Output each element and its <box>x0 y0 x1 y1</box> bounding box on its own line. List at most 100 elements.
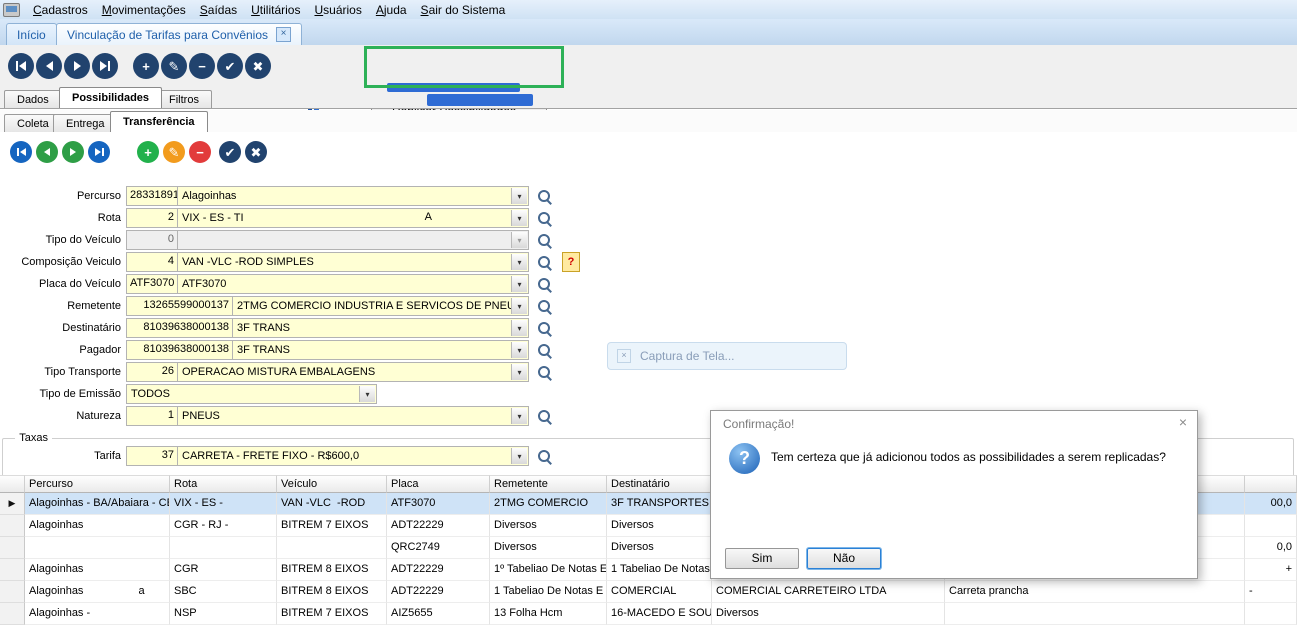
search-icon[interactable] <box>536 364 553 381</box>
table-row[interactable]: Alagoinhas a SBC BITREM 8 EIXOS ADT22229… <box>0 581 1297 603</box>
close-icon[interactable]: × <box>276 27 292 42</box>
rota-combo[interactable]: VIX - ES - TI A ▾ <box>178 208 529 228</box>
tab-dados[interactable]: Dados <box>4 90 62 108</box>
destinatario-code-input[interactable]: 81039638000138 <box>126 318 233 338</box>
tab-entrega[interactable]: Entrega <box>53 114 118 132</box>
natureza-code-input[interactable]: 1 <box>126 406 178 426</box>
cell-rota: CGR <box>170 559 277 581</box>
placa-code-input[interactable]: ATF3070 <box>126 274 178 294</box>
confirm-button[interactable]: ✔ <box>217 53 243 79</box>
search-icon[interactable] <box>536 298 553 315</box>
destinatario-combo[interactable]: 3F TRANS ▾ <box>233 318 529 338</box>
percurso-code-input[interactable]: 28331891 <box>126 186 178 206</box>
nav-next-button[interactable] <box>64 53 90 79</box>
menu-saidas[interactable]: Saídas <box>193 1 244 19</box>
delete-record-button[interactable]: − <box>189 53 215 79</box>
composicao-combo[interactable]: VAN -VLC -ROD SIMPLES ▾ <box>178 252 529 272</box>
menu-ajuda[interactable]: Ajuda <box>369 1 414 19</box>
nav-first-button[interactable] <box>8 53 34 79</box>
search-icon[interactable] <box>536 448 553 465</box>
grid-header-percurso[interactable]: Percurso <box>25 475 170 493</box>
menu-usuarios[interactable]: Usuários <box>307 1 368 19</box>
percurso-combo[interactable]: Alagoinhas ▾ <box>178 186 529 206</box>
chevron-down-icon[interactable]: ▾ <box>511 298 527 314</box>
field-label: Placa do Veículo <box>39 278 121 290</box>
field-row-tipo-transporte: Tipo Transporte 26 OPERACAO MISTURA EMBA… <box>2 362 553 382</box>
search-icon[interactable] <box>536 210 553 227</box>
pagador-value: 3F TRANS <box>237 344 290 356</box>
chevron-down-icon[interactable]: ▾ <box>511 364 527 380</box>
chevron-down-icon[interactable]: ▾ <box>511 188 527 204</box>
add-button[interactable]: + <box>137 141 159 163</box>
tab-vinculacao-tarifas[interactable]: Vinculação de Tarifas para Convênios × <box>56 23 303 45</box>
grid-header-destinatario[interactable]: Destinatário <box>607 475 712 493</box>
search-icon[interactable] <box>536 320 553 337</box>
chevron-down-icon[interactable]: ▾ <box>511 276 527 292</box>
nav-last-button[interactable] <box>92 53 118 79</box>
menu-sair-do-sistema[interactable]: Sair do Sistema <box>414 1 513 19</box>
delete-button[interactable]: − <box>189 141 211 163</box>
grid-header-veiculo[interactable]: Veículo <box>277 475 387 493</box>
nav-prev-button[interactable] <box>36 53 62 79</box>
nav-first-button[interactable] <box>10 141 32 163</box>
grid-header-remetente[interactable]: Remetente <box>490 475 607 493</box>
search-icon[interactable] <box>536 232 553 249</box>
nav-prev-button[interactable] <box>36 141 58 163</box>
search-icon[interactable] <box>536 254 553 271</box>
nav-last-button[interactable] <box>88 141 110 163</box>
chevron-down-icon[interactable]: ▾ <box>359 386 375 402</box>
remetente-code-input[interactable]: 13265599000137 <box>126 296 233 316</box>
field-row-composicao-veiculo: Composição Veiculo 4 VAN -VLC -ROD SIMPL… <box>2 252 580 272</box>
pagador-code-input[interactable]: 81039638000138 <box>126 340 233 360</box>
cell-remetente: Diversos <box>490 515 607 537</box>
no-button[interactable]: Não <box>807 548 881 569</box>
add-record-button[interactable]: + <box>133 53 159 79</box>
remetente-combo[interactable]: 2TMG COMERCIO INDUSTRIA E SERVICOS DE PN… <box>233 296 529 316</box>
tipo-veiculo-combo: ▾ <box>178 230 529 250</box>
natureza-combo[interactable]: PNEUS ▾ <box>178 406 529 426</box>
chevron-down-icon[interactable]: ▾ <box>511 408 527 424</box>
tab-filtros[interactable]: Filtros <box>156 90 212 108</box>
grid-header-rota[interactable]: Rota <box>170 475 277 493</box>
chevron-down-icon[interactable]: ▾ <box>511 448 527 464</box>
field-row-tipo-emissao: Tipo de Emissão TODOS ▾ <box>2 384 377 404</box>
tab-inicio[interactable]: Início <box>6 23 57 45</box>
edit-button[interactable]: ✎ <box>163 141 185 163</box>
nav-next-button[interactable] <box>62 141 84 163</box>
search-icon[interactable] <box>536 342 553 359</box>
mode-tab-strip: Coleta Entrega Transferência <box>0 110 1297 133</box>
confirm-button[interactable]: ✔ <box>219 141 241 163</box>
pagador-combo[interactable]: 3F TRANS ▾ <box>233 340 529 360</box>
chevron-down-icon[interactable]: ▾ <box>511 210 527 226</box>
search-icon[interactable] <box>536 408 553 425</box>
tarifa-code-input[interactable]: 37 <box>126 446 178 466</box>
composicao-code-input[interactable]: 4 <box>126 252 178 272</box>
cancel-button[interactable]: ✖ <box>245 141 267 163</box>
rota-code-input[interactable]: 2 <box>126 208 178 228</box>
tab-transferencia[interactable]: Transferência <box>110 111 208 132</box>
menu-movimentacoes[interactable]: Movimentações <box>95 1 193 19</box>
menu-utilitarios[interactable]: Utilitários <box>244 1 307 19</box>
field-row-rota: Rota 2 VIX - ES - TI A ▾ <box>2 208 553 228</box>
search-icon[interactable] <box>536 276 553 293</box>
chevron-down-icon[interactable]: ▾ <box>511 342 527 358</box>
edit-record-button[interactable]: ✎ <box>161 53 187 79</box>
help-icon[interactable]: ? <box>562 252 580 272</box>
chevron-down-icon[interactable]: ▾ <box>511 254 527 270</box>
placa-combo[interactable]: ATF3070 ▾ <box>178 274 529 294</box>
menu-cadastros[interactable]: Cadastros <box>26 1 95 19</box>
tipo-transporte-code-input[interactable]: 26 <box>126 362 178 382</box>
cancel-button[interactable]: ✖ <box>245 53 271 79</box>
tarifa-combo[interactable]: CARRETA - FRETE FIXO - R$600,0 ▾ <box>178 446 529 466</box>
grid-header-placa[interactable]: Placa <box>387 475 490 493</box>
search-icon[interactable] <box>536 188 553 205</box>
table-row[interactable]: Alagoinhas - NSP BITREM 7 EIXOS AIZ5655 … <box>0 603 1297 625</box>
tipo-emissao-select[interactable]: TODOS ▾ <box>126 384 377 404</box>
chevron-down-icon[interactable]: ▾ <box>511 320 527 336</box>
close-icon[interactable]: × <box>1179 415 1187 429</box>
tipo-transporte-combo[interactable]: OPERACAO MISTURA EMBALAGENS ▾ <box>178 362 529 382</box>
tab-possibilidades[interactable]: Possibilidades <box>59 87 163 108</box>
tab-entrega-label: Entrega <box>66 117 105 130</box>
yes-button[interactable]: Sim <box>725 548 799 569</box>
cell-remetente: 1 Tabeliao De Notas E <box>490 581 607 603</box>
